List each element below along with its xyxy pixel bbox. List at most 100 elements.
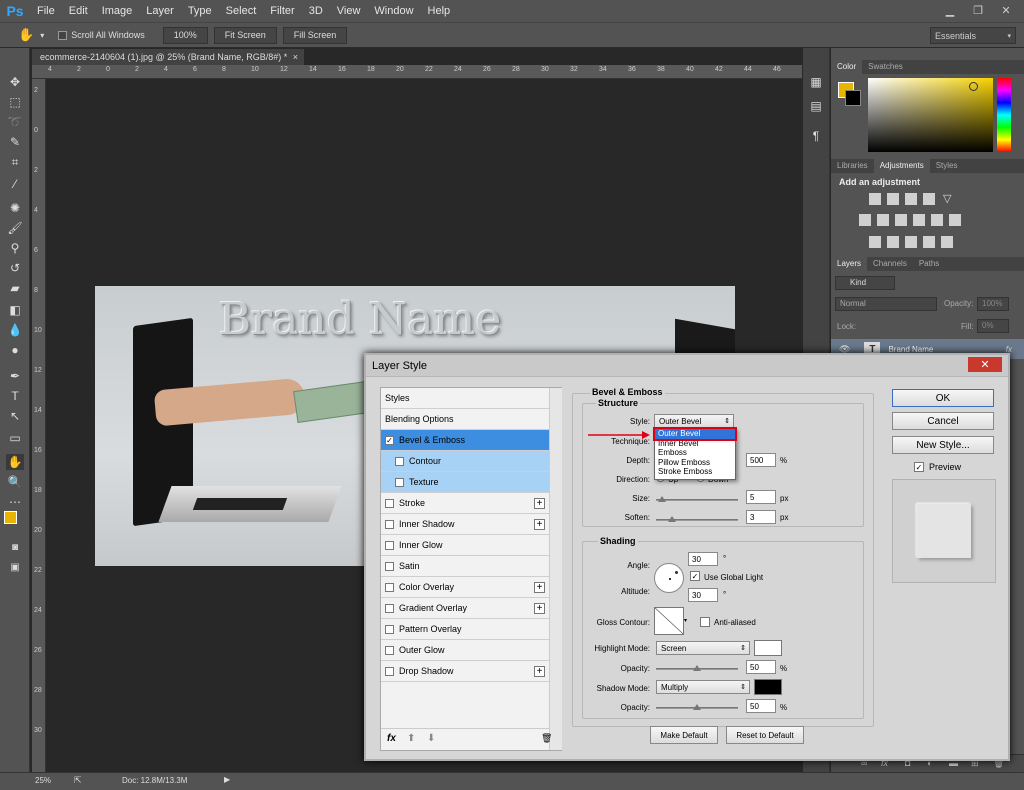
size-field[interactable]: 5 bbox=[746, 490, 776, 504]
tool-preset-chevron-icon[interactable]: ▾ bbox=[40, 31, 44, 40]
type-tool-icon[interactable]: T bbox=[6, 388, 24, 404]
satin-checkbox[interactable] bbox=[385, 561, 394, 571]
channel-mixer-adjust-icon[interactable] bbox=[931, 214, 943, 226]
black-white-adjust-icon[interactable] bbox=[895, 214, 907, 226]
highlight-opacity-slider[interactable] bbox=[656, 665, 738, 671]
menu-window[interactable]: Window bbox=[367, 0, 420, 22]
reset-default-button[interactable]: Reset to Default bbox=[726, 726, 804, 744]
minimize-button[interactable]: ▁ bbox=[936, 0, 964, 20]
fill-screen-button[interactable]: Fill Screen bbox=[282, 26, 348, 44]
zoom-tool-icon[interactable]: 🔍 bbox=[6, 474, 24, 490]
add-gradient-overlay-button[interactable]: + bbox=[534, 602, 545, 614]
contour-dropdown-icon[interactable]: ▾ bbox=[684, 617, 687, 624]
layer-filter-select[interactable]: Kind bbox=[835, 276, 895, 290]
dropdown-option-inner-bevel[interactable]: Inner Bevel bbox=[655, 439, 735, 449]
menu-file[interactable]: File bbox=[30, 0, 62, 22]
list-item-styles[interactable]: Styles bbox=[381, 388, 549, 409]
shadow-opacity-knob[interactable] bbox=[693, 704, 701, 710]
list-item-drop-shadow[interactable]: Drop Shadow + bbox=[381, 661, 549, 682]
screen-mode-icon[interactable]: ▣ bbox=[6, 559, 24, 575]
color-overlay-checkbox[interactable] bbox=[385, 582, 394, 592]
soften-field[interactable]: 3 bbox=[746, 510, 776, 524]
menu-3d[interactable]: 3D bbox=[302, 0, 330, 22]
menu-view[interactable]: View bbox=[330, 0, 368, 22]
list-item-contour[interactable]: Contour bbox=[381, 451, 549, 472]
shadow-color-swatch[interactable] bbox=[754, 679, 782, 695]
inner-shadow-checkbox[interactable] bbox=[385, 519, 394, 529]
shadow-opacity-field[interactable]: 50 bbox=[746, 699, 776, 713]
crop-tool-icon[interactable]: ⌗ bbox=[6, 154, 24, 170]
depth-field[interactable]: 500 bbox=[746, 453, 776, 467]
hand-tool-icon[interactable]: ✋ bbox=[6, 454, 24, 470]
fill-field[interactable]: 0% bbox=[977, 319, 1009, 333]
highlight-mode-select[interactable]: Screen ⇕ bbox=[656, 641, 750, 655]
anti-aliased-checkbox[interactable] bbox=[700, 617, 710, 627]
menu-filter[interactable]: Filter bbox=[263, 0, 301, 22]
tab-paths[interactable]: Paths bbox=[913, 257, 945, 271]
opacity-field[interactable]: 100% bbox=[977, 297, 1009, 311]
close-window-button[interactable]: ✕ bbox=[992, 0, 1020, 20]
fx-menu-icon[interactable]: fx bbox=[387, 733, 396, 744]
move-down-icon[interactable]: ⬇ bbox=[427, 733, 435, 744]
menu-layer[interactable]: Layer bbox=[139, 0, 181, 22]
posterize-adjust-icon[interactable] bbox=[887, 236, 899, 248]
tab-swatches[interactable]: Swatches bbox=[862, 60, 909, 74]
eraser-tool-icon[interactable]: ▰ bbox=[6, 280, 24, 296]
trash-icon[interactable]: 🗑 bbox=[541, 733, 552, 744]
list-item-blending-options[interactable]: Blending Options bbox=[381, 409, 549, 430]
highlight-opacity-field[interactable]: 50 bbox=[746, 660, 776, 674]
new-style-button[interactable]: New Style... bbox=[892, 436, 994, 454]
list-item-inner-glow[interactable]: Inner Glow bbox=[381, 535, 549, 556]
levels-adjust-icon[interactable] bbox=[887, 193, 899, 205]
properties-panel-icon[interactable]: ▤ bbox=[807, 98, 825, 114]
quick-select-tool-icon[interactable]: ✎ bbox=[6, 134, 24, 150]
highlight-color-swatch[interactable] bbox=[754, 640, 782, 656]
healing-tool-icon[interactable]: ✺ bbox=[6, 200, 24, 216]
shadow-opacity-slider[interactable] bbox=[656, 704, 738, 710]
scroll-all-checkbox[interactable] bbox=[58, 30, 68, 40]
list-item-pattern-overlay[interactable]: Pattern Overlay bbox=[381, 619, 549, 640]
pattern-overlay-checkbox[interactable] bbox=[385, 624, 394, 634]
brightness-adjust-icon[interactable] bbox=[869, 193, 881, 205]
drop-shadow-checkbox[interactable] bbox=[385, 666, 394, 676]
pen-tool-icon[interactable]: ✒ bbox=[6, 368, 24, 384]
quick-mask-icon[interactable]: ◙ bbox=[6, 539, 24, 555]
menu-image[interactable]: Image bbox=[95, 0, 140, 22]
zoom-100-button[interactable]: 100% bbox=[162, 26, 208, 44]
add-drop-shadow-button[interactable]: + bbox=[534, 665, 545, 677]
list-item-satin[interactable]: Satin bbox=[381, 556, 549, 577]
dropdown-option-outer-bevel[interactable]: Outer Bevel bbox=[653, 427, 737, 441]
fit-screen-button[interactable]: Fit Screen bbox=[213, 26, 277, 44]
share-icon[interactable]: ⇱ bbox=[74, 775, 82, 786]
size-slider[interactable] bbox=[656, 496, 738, 502]
list-item-outer-glow[interactable]: Outer Glow bbox=[381, 640, 549, 661]
add-inner-shadow-button[interactable]: + bbox=[534, 518, 545, 530]
brush-tool-icon[interactable]: 🖌 bbox=[6, 220, 24, 236]
close-tab-icon[interactable]: × bbox=[293, 52, 298, 62]
selective-color-adjust-icon[interactable] bbox=[941, 236, 953, 248]
photo-filter-adjust-icon[interactable] bbox=[913, 214, 925, 226]
menu-select[interactable]: Select bbox=[219, 0, 264, 22]
angle-field[interactable]: 30 bbox=[688, 552, 718, 566]
exposure-adjust-icon[interactable] bbox=[923, 193, 935, 205]
tab-adjustments[interactable]: Adjustments bbox=[873, 159, 930, 173]
zoom-level[interactable]: 25% bbox=[35, 776, 51, 785]
texture-checkbox[interactable] bbox=[395, 477, 404, 487]
more-tools-icon[interactable]: ⋯ bbox=[6, 494, 24, 510]
bevel-emboss-checkbox[interactable]: ✓ bbox=[385, 435, 394, 445]
dodge-tool-icon[interactable]: ● bbox=[6, 342, 24, 358]
blend-mode-select[interactable]: Normal bbox=[835, 297, 937, 311]
menu-type[interactable]: Type bbox=[181, 0, 219, 22]
highlight-opacity-knob[interactable] bbox=[693, 665, 701, 671]
tab-layers[interactable]: Layers bbox=[831, 257, 868, 271]
move-tool-icon[interactable]: ✥ bbox=[6, 74, 24, 90]
styles-list-scrollbar[interactable] bbox=[549, 388, 562, 750]
invert-adjust-icon[interactable] bbox=[869, 236, 881, 248]
shape-tool-icon[interactable]: ▭ bbox=[6, 430, 24, 446]
list-item-gradient-overlay[interactable]: Gradient Overlay + bbox=[381, 598, 549, 619]
altitude-field[interactable]: 30 bbox=[688, 588, 718, 602]
stamp-tool-icon[interactable]: ⚲ bbox=[6, 240, 24, 256]
dialog-close-button[interactable]: ✕ bbox=[968, 357, 1002, 372]
vibrance-adjust-icon[interactable]: ▽ bbox=[943, 193, 955, 205]
path-select-tool-icon[interactable]: ↖ bbox=[6, 408, 24, 424]
